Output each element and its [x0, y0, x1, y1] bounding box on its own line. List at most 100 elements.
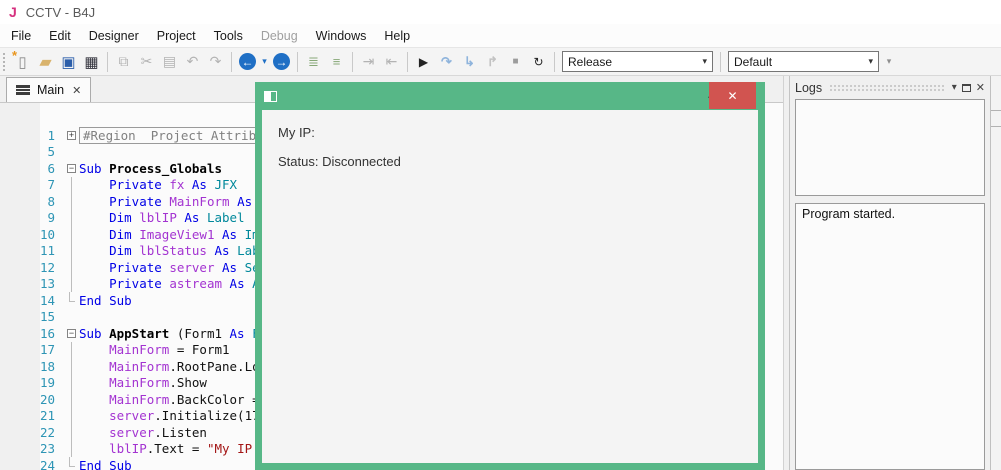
panel-splitter[interactable]: [783, 76, 790, 470]
navigate-back-icon[interactable]: ←: [239, 53, 256, 70]
conditional-symbols-select[interactable]: Default ▾: [728, 51, 879, 72]
token: .Initialize(17: [154, 408, 260, 424]
close-button[interactable]: ✕: [709, 82, 756, 109]
token: As: [222, 259, 245, 275]
stop-icon[interactable]: ■: [504, 50, 527, 73]
comment-icon[interactable]: ≣: [302, 50, 325, 73]
navigate-forward-icon[interactable]: →: [273, 53, 290, 70]
app-window-content: My IP: Status: Disconnected: [262, 110, 758, 463]
fold-cell: [64, 292, 79, 309]
step-out-icon[interactable]: ↱: [481, 50, 504, 73]
menu-item-debug[interactable]: Debug: [252, 26, 307, 46]
fold-cell: [64, 407, 79, 424]
menu-item-tools[interactable]: Tools: [205, 26, 252, 46]
logs-dropdown-icon[interactable]: ▾: [952, 82, 957, 93]
fold-cell: [64, 309, 79, 326]
logs-panel: Logs ▾ ✕ Program started.: [790, 76, 990, 470]
expand-region-icon[interactable]: +: [67, 130, 76, 140]
cut-icon[interactable]: ✂: [135, 50, 158, 73]
logs-close-icon[interactable]: ✕: [976, 81, 985, 94]
save-icon[interactable]: ▣: [57, 50, 80, 73]
menu-item-designer[interactable]: Designer: [80, 26, 148, 46]
line-number: 20: [39, 391, 55, 407]
code-text: MainForm.RootPane.Lo: [79, 359, 260, 374]
tab-close-icon[interactable]: ✕: [72, 84, 81, 97]
fold-guide: [71, 176, 72, 193]
token: .Text =: [146, 441, 207, 457]
token: fx: [169, 177, 192, 193]
fold-cell: −: [64, 160, 79, 177]
build-configuration-select[interactable]: Release ▾: [562, 51, 713, 72]
uncomment-icon[interactable]: ≡: [325, 50, 348, 73]
fold-guide: [71, 424, 72, 441]
undo-icon[interactable]: ↶: [181, 50, 204, 73]
collapse-region-icon[interactable]: −: [67, 328, 76, 338]
code-text: Private server As Se: [79, 260, 260, 275]
run-icon[interactable]: ▶: [412, 50, 435, 73]
logs-output-box[interactable]: Program started.: [795, 203, 985, 470]
app-window: – ✕ My IP: Status: Disconnected: [255, 82, 765, 470]
token: AppStart: [109, 325, 177, 341]
status-label: Status: Disconnected: [278, 154, 401, 169]
back-history-dropdown-icon[interactable]: ▾: [259, 50, 270, 73]
menu-item-project[interactable]: Project: [148, 26, 205, 46]
line-number: 7: [47, 177, 55, 193]
collapse-region-icon[interactable]: −: [67, 163, 76, 173]
paste-icon[interactable]: ▤: [158, 50, 181, 73]
token: = Form1: [176, 342, 230, 358]
copy-icon[interactable]: ⧉: [112, 50, 135, 73]
menu-item-file[interactable]: File: [2, 26, 40, 46]
chevron-down-icon: ▾: [702, 56, 707, 66]
fold-guide: [71, 341, 72, 358]
strip-divider: [991, 110, 1001, 111]
open-project-icon[interactable]: ▰: [34, 50, 57, 73]
redo-icon[interactable]: ↷: [204, 50, 227, 73]
code-text: Dim ImageView1 As Im: [79, 227, 260, 242]
outdent-icon[interactable]: ⇤: [380, 50, 403, 73]
code-text: Sub AppStart (Form1 As F: [79, 326, 260, 341]
token: As: [229, 276, 253, 292]
token: Private: [109, 177, 170, 193]
logs-maximize-icon[interactable]: [961, 83, 971, 92]
logs-filter-box[interactable]: [795, 99, 985, 196]
new-project-icon[interactable]: ▯ *: [11, 48, 34, 73]
line-number: 11: [39, 243, 55, 259]
app-titlebar: J CCTV - B4J: [0, 0, 1001, 24]
token: MainForm: [109, 342, 177, 358]
code-module-icon: [16, 85, 30, 95]
line-number: 10: [39, 226, 55, 242]
menu-item-edit[interactable]: Edit: [40, 26, 80, 46]
collapsed-panel-strip[interactable]: [990, 76, 1001, 470]
line-number: 9: [47, 210, 55, 226]
menu-item-windows[interactable]: Windows: [307, 26, 376, 46]
code-text: End Sub: [79, 458, 132, 470]
fold-cell: [64, 226, 79, 243]
fold-guide-end: [68, 292, 75, 302]
tab-main[interactable]: Main ✕: [6, 77, 92, 102]
token: Label: [206, 210, 245, 226]
modules-icon[interactable]: ▦: [80, 50, 103, 73]
line-number: 17: [39, 342, 55, 358]
step-over-icon[interactable]: ↷: [435, 50, 458, 73]
logs-drag-handle[interactable]: [829, 83, 945, 92]
token: MainForm: [109, 391, 170, 407]
line-number: 24: [39, 457, 55, 470]
code-text: End Sub: [79, 293, 132, 308]
code-text: Private fx As JFX: [79, 177, 237, 192]
line-number: 8: [47, 193, 55, 209]
tab-label: Main: [37, 83, 65, 97]
toolbar-overflow-icon[interactable]: ▾: [882, 50, 896, 73]
menu-item-help[interactable]: Help: [375, 26, 419, 46]
toolbar-separator: [720, 51, 721, 72]
rebuild-icon[interactable]: ↻: [527, 50, 550, 73]
token: As: [191, 177, 215, 193]
token: Private: [109, 276, 170, 292]
code-text: MainForm.Show: [79, 375, 207, 390]
step-into-icon[interactable]: ↳: [458, 50, 481, 73]
app-window-titlebar[interactable]: – ✕: [262, 82, 758, 110]
indent-icon[interactable]: ⇥: [357, 50, 380, 73]
line-number: 19: [39, 375, 55, 391]
